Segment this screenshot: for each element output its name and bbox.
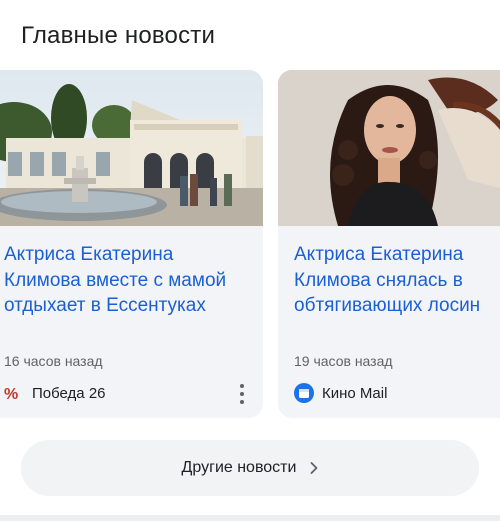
- news-image[interactable]: [278, 70, 500, 226]
- section-divider: [0, 515, 500, 521]
- news-headline[interactable]: Актриса Екатерина Климова снялась в обтя…: [294, 242, 480, 319]
- headline-line: Актриса Екатерина: [294, 244, 464, 265]
- section-title: Главные новости: [21, 22, 216, 49]
- news-source[interactable]: Кино Mail: [294, 383, 387, 403]
- more-news-button[interactable]: Другие новости: [21, 440, 479, 496]
- headline-line: Климова снялась в: [294, 269, 463, 291]
- kino-mail-logo-icon: [294, 383, 314, 403]
- more-options-icon[interactable]: [238, 384, 246, 404]
- source-name: Победа 26: [32, 384, 106, 402]
- news-card[interactable]: Актриса Екатерина Климова снялась в обтя…: [278, 70, 500, 418]
- pobeda26-logo-icon: %: [4, 383, 24, 403]
- news-headline[interactable]: Актриса Екатерина Климова вместе с мамой…: [4, 242, 226, 319]
- headline-line: отдыхает в Ессентуках: [4, 295, 206, 316]
- chevron-right-icon: [310, 462, 318, 474]
- news-source[interactable]: % Победа 26: [4, 383, 106, 404]
- news-image[interactable]: [0, 70, 263, 226]
- headline-line: Актриса Екатерина: [4, 244, 174, 265]
- source-name: Кино Mail: [322, 384, 388, 402]
- more-news-label: Другие новости: [181, 459, 297, 476]
- svg-text:%: %: [4, 386, 18, 403]
- news-timestamp: 16 часов назад: [4, 353, 103, 369]
- news-timestamp: 19 часов назад: [294, 353, 393, 369]
- news-card[interactable]: Актриса Екатерина Климова вместе с мамой…: [0, 70, 263, 418]
- headline-line: Климова вместе с мамой: [4, 269, 227, 291]
- headline-line: обтягивающих лосин: [294, 295, 481, 316]
